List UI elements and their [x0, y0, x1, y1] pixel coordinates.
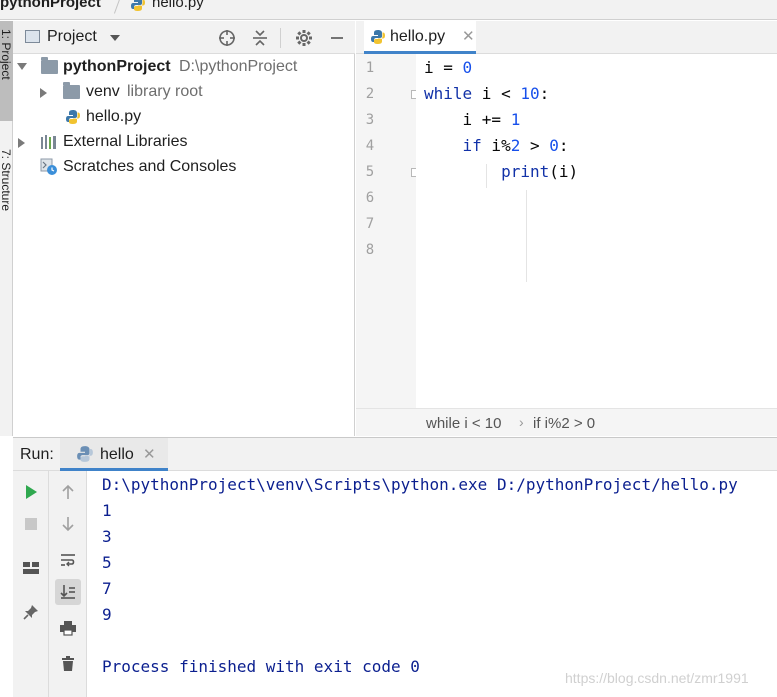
- code-line: if i%2 > 0:: [462, 136, 569, 155]
- console-line: 1: [102, 501, 112, 520]
- python-file-icon: [65, 109, 81, 130]
- code-line: print(i): [501, 162, 579, 181]
- tree-item-external-libraries[interactable]: External Libraries: [13, 131, 355, 155]
- chevron-right-icon: ›: [519, 414, 524, 430]
- line-number: 2: [365, 86, 375, 102]
- gear-icon[interactable]: [293, 27, 315, 49]
- arrow-up-icon[interactable]: [55, 479, 81, 505]
- run-toolbar-secondary: [49, 471, 87, 697]
- layout-icon[interactable]: [18, 555, 44, 581]
- editor-breadcrumb-bar: while i < 10 › if i%2 > 0: [356, 408, 777, 436]
- chevron-down-icon[interactable]: [110, 35, 120, 41]
- breadcrumb-file[interactable]: hello.py: [152, 0, 204, 11]
- console-line: 3: [102, 527, 112, 546]
- minimize-icon[interactable]: [326, 27, 348, 49]
- editor-tab-bar: hello.py ✕: [356, 21, 777, 54]
- run-toolbar-primary: [13, 471, 49, 697]
- console-output[interactable]: D:\pythonProject\venv\Scripts\python.exe…: [102, 471, 777, 697]
- python-icon: [76, 445, 94, 467]
- python-file-icon: [130, 0, 146, 16]
- tool-tab-project[interactable]: 1: Project: [0, 21, 13, 121]
- tree-item-project-root[interactable]: pythonProject D:\pythonProject: [13, 56, 355, 80]
- tree-item-venv[interactable]: venv library root: [13, 81, 355, 105]
- run-tab-label: hello: [100, 446, 134, 463]
- venv-label: venv: [86, 83, 120, 100]
- project-root-path: D:\pythonProject: [179, 58, 298, 75]
- folder-icon: [41, 57, 58, 74]
- folder-icon: [63, 82, 80, 99]
- console-line: 5: [102, 553, 112, 572]
- collapse-arrow-icon[interactable]: [40, 88, 47, 98]
- console-line-exit: Process finished with exit code 0: [102, 657, 420, 676]
- stop-icon[interactable]: [18, 511, 44, 537]
- rerun-play-icon[interactable]: [18, 479, 44, 505]
- close-icon[interactable]: ✕: [143, 445, 156, 463]
- line-number: 3: [365, 112, 375, 128]
- expand-arrow-icon[interactable]: [17, 63, 27, 70]
- tool-tab-structure[interactable]: 7: Structure: [0, 149, 13, 211]
- pin-icon[interactable]: [18, 599, 44, 625]
- watermark: https://blog.csdn.net/zmr1991: [565, 670, 749, 686]
- breadcrumb-if[interactable]: if i%2 > 0: [533, 415, 595, 432]
- console-line-command: D:\pythonProject\venv\Scripts\python.exe…: [102, 475, 738, 494]
- indent-guide: [526, 190, 527, 282]
- collapse-arrow-icon[interactable]: [18, 138, 25, 148]
- breadcrumb-while[interactable]: while i < 10: [426, 415, 501, 432]
- line-number: 5: [365, 164, 375, 180]
- breadcrumb-separator: [113, 0, 122, 14]
- console-line: 9: [102, 605, 112, 624]
- line-number: 1: [365, 60, 375, 76]
- console-line: 7: [102, 579, 112, 598]
- run-tab-hello[interactable]: hello ✕: [60, 438, 168, 471]
- code-line: while i < 10:: [424, 84, 550, 103]
- scratches-icon: [40, 158, 58, 181]
- line-number: 6: [365, 190, 375, 206]
- external-libraries-label: External Libraries: [63, 133, 188, 150]
- code-line: i += 1: [424, 110, 521, 129]
- project-root-name: pythonProject: [63, 58, 171, 75]
- run-panel-header: Run: hello ✕: [13, 438, 777, 471]
- project-view-selector[interactable]: Project: [47, 28, 97, 46]
- navigation-bar: pythonProject hello.py: [0, 0, 777, 20]
- trash-icon[interactable]: [55, 651, 81, 677]
- print-icon[interactable]: [55, 615, 81, 641]
- soft-wrap-icon[interactable]: [55, 547, 81, 573]
- collapse-all-icon[interactable]: [249, 27, 271, 49]
- line-number: 8: [365, 242, 375, 258]
- line-number: 4: [365, 138, 375, 154]
- library-icon: [40, 134, 58, 155]
- scroll-to-end-icon[interactable]: [55, 579, 81, 605]
- tree-item-scratches[interactable]: Scratches and Consoles: [13, 156, 355, 180]
- close-icon[interactable]: ✕: [462, 27, 475, 45]
- file-label: hello.py: [86, 108, 142, 125]
- run-panel: Run: hello ✕ D:\pythonProject\venv\Scrip…: [13, 437, 777, 697]
- breadcrumb-project[interactable]: pythonProject: [0, 0, 101, 11]
- project-view-icon: [25, 30, 40, 43]
- tab-label: hello.py: [390, 28, 446, 45]
- header-divider: [280, 28, 281, 48]
- project-panel-header: Project: [13, 21, 355, 54]
- project-panel: Project pythonProject D:\pythonProject v…: [13, 21, 355, 436]
- run-label: Run:: [20, 446, 54, 463]
- line-gutter: 1 2 3 4 5 6 7 8: [356, 54, 420, 408]
- locate-target-icon[interactable]: [216, 27, 238, 49]
- code-area[interactable]: i = 0 while i < 10: i += 1 if i%2 > 0: p…: [416, 54, 777, 408]
- tree-item-hello-py[interactable]: hello.py: [13, 106, 355, 130]
- arrow-down-icon[interactable]: [55, 511, 81, 537]
- python-file-icon: [370, 29, 386, 49]
- line-number: 7: [365, 216, 375, 232]
- code-editor: hello.py ✕ 1 2 3 4 5 6 7 8 i = 0 while i…: [356, 21, 777, 436]
- venv-hint: library root: [127, 83, 203, 100]
- scratches-label: Scratches and Consoles: [63, 158, 237, 175]
- tool-window-strip: 1: Project 7: Structure: [0, 21, 13, 436]
- code-line: i = 0: [424, 58, 473, 77]
- tab-hello-py[interactable]: hello.py ✕: [364, 21, 476, 54]
